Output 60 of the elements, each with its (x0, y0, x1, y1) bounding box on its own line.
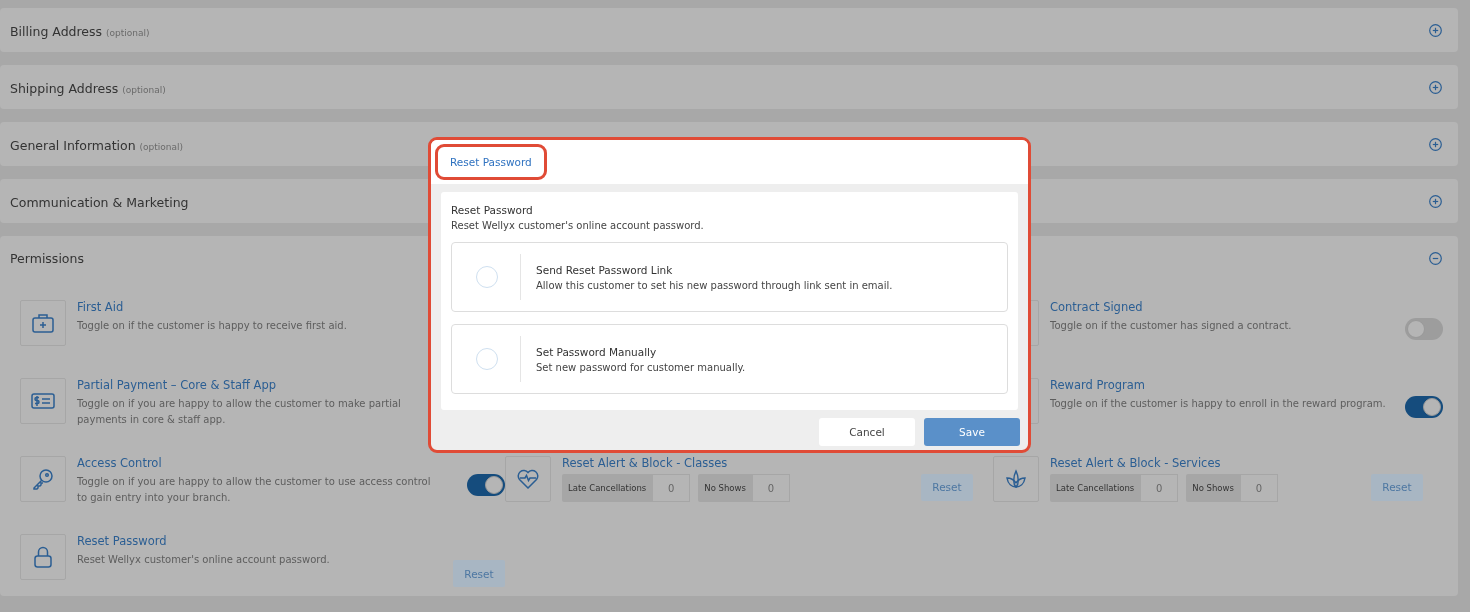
permission-title: Contract Signed (1050, 300, 1144, 314)
counter-field[interactable]: 0 (751, 474, 790, 502)
heart-pulse-icon (517, 469, 539, 489)
permission-title: First Aid (77, 300, 125, 314)
option-title: Set Password Manually (536, 345, 658, 358)
permission-title: Access Control (77, 456, 163, 470)
permission-title: Partial Payment – Core & Staff App (77, 378, 277, 392)
section-title: Shipping Address (10, 80, 119, 96)
permission-description: Toggle on if the customer has signed a contract. (1050, 319, 1293, 333)
permission-description: Reset Wellyx customer's online account password. (77, 553, 331, 567)
section-title: Permissions (10, 250, 84, 266)
key-icon (32, 468, 54, 490)
counter-field[interactable]: 0 (652, 474, 691, 502)
padlock-icon (34, 546, 52, 568)
first-aid-kit-icon (32, 313, 54, 333)
option-description: Allow this customer to set his new password through link sent in email. (536, 279, 893, 291)
permission-description: Toggle on if you are happy to allow the customer to make partial payments in core & staff app. (77, 397, 402, 427)
optional-note: (optional) (122, 84, 166, 95)
option-card[interactable]: Set Password Manually Set new password for customer manually. (451, 324, 1008, 394)
permission-title: Reset Password (77, 534, 168, 548)
option-description: Set new password for customer manually. (536, 361, 746, 373)
section-title: Communication & Marketing (10, 194, 189, 210)
permission-description: Toggle on if the customer is happy to receive first aid. (77, 319, 348, 333)
permission-title: Reset Alert & Block - Services (1050, 456, 1222, 470)
expand-icon[interactable] (1429, 194, 1442, 208)
toggle-switch[interactable] (1405, 396, 1443, 418)
lotus-icon (1004, 469, 1028, 489)
optional-note: (optional) (139, 141, 184, 152)
reset-button[interactable]: Reset (1371, 473, 1423, 501)
permission-description: Toggle on if the customer is happy to enroll in the reward program. (1050, 397, 1387, 411)
permission-title: Reward Program (1050, 378, 1146, 392)
dialog-description: Reset Wellyx customer's online account password. (451, 220, 705, 231)
reset-button[interactable]: Reset (921, 473, 973, 501)
expand-icon[interactable] (1429, 137, 1442, 151)
counter-field[interactable]: 0 (1239, 474, 1278, 502)
permission-title: Reset Alert & Block - Classes (562, 456, 729, 470)
counter-label: Late Cancellations (1050, 474, 1141, 502)
section-title: General Information (10, 137, 136, 153)
money-card-icon (31, 393, 55, 409)
expand-icon[interactable] (1429, 23, 1442, 37)
toggle-switch[interactable] (467, 474, 505, 496)
reset-button[interactable]: Reset (453, 560, 505, 587)
radio-button[interactable] (476, 266, 498, 288)
counter-field[interactable]: 0 (1140, 474, 1179, 502)
counter-label: Late Cancellations (562, 474, 653, 502)
counter-label: No Shows (1186, 474, 1240, 502)
counter-label: No Shows (698, 474, 752, 502)
dialog-heading: Reset Password (451, 204, 534, 216)
expand-icon[interactable] (1429, 80, 1442, 94)
section-title: Billing Address (10, 23, 103, 39)
option-card[interactable]: Send Reset Password Link Allow this customer to set his new password through link sent in email. (451, 242, 1008, 312)
permission-description: Toggle on if you are happy to allow the customer to use access control to gain entry into your branch. (77, 475, 432, 505)
option-title: Send Reset Password Link (536, 263, 674, 276)
save-button[interactable]: Save (924, 418, 1020, 446)
collapse-icon[interactable] (1429, 251, 1442, 265)
optional-note: (optional) (106, 27, 150, 38)
dialog-tab[interactable]: Reset Password (435, 144, 547, 180)
toggle-switch[interactable] (1405, 318, 1443, 340)
radio-button[interactable] (476, 348, 498, 370)
cancel-button[interactable]: Cancel (819, 418, 915, 446)
